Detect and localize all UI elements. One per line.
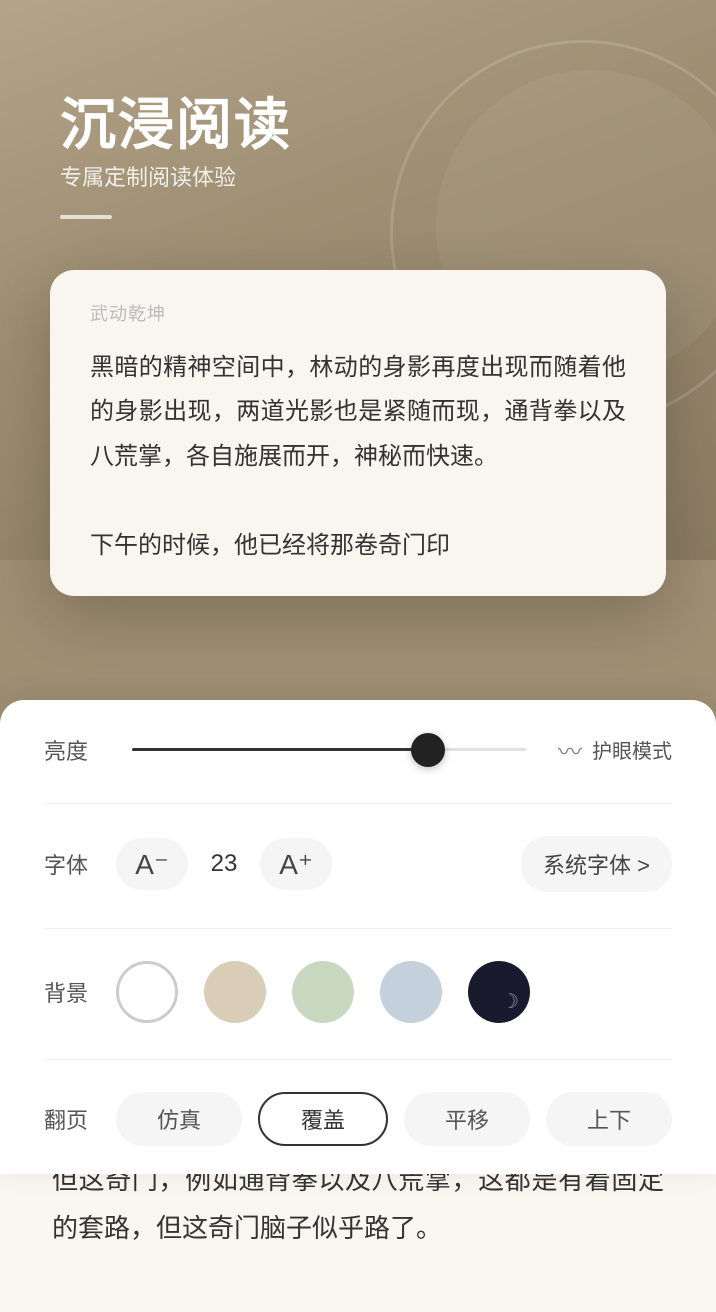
background-row: 背景 [44,961,672,1023]
bg-option-blue[interactable] [380,961,442,1023]
page-label: 翻页 [44,1103,116,1135]
panel-divider-3 [44,1059,672,1060]
control-panel: 亮度 〰 护眼模式 字体 A⁻ 23 A⁺ 系统字体 > [0,700,716,1174]
reading-text: 黑暗的精神空间中，林动的身影再度出现而随着他的身影出现，两道光影也是紧随而现，通… [90,346,626,568]
hero-title: 沉浸阅读 [60,80,292,161]
font-decrease-button[interactable]: A⁻ [116,838,188,890]
eye-mode[interactable]: 〰 护眼模式 [558,732,672,767]
panel-divider-2 [44,928,672,929]
bg-label: 背景 [44,976,116,1008]
bg-option-green[interactable] [292,961,354,1023]
page-option-simulated[interactable]: 仿真 [116,1092,242,1146]
font-size-value: 23 [206,850,242,878]
eye-mode-label: 护眼模式 [592,735,672,764]
reading-card: 武动乾坤 黑暗的精神空间中，林动的身影再度出现而随着他的身影出现，两道光影也是紧… [50,270,666,596]
book-label: 武动乾坤 [90,300,626,326]
panel-divider-1 [44,803,672,804]
brightness-row: 亮度 〰 护眼模式 [44,732,672,767]
font-label: 字体 [44,848,116,880]
eye-icon: 〰 [558,732,582,767]
font-family-button[interactable]: 系统字体 > [521,836,672,892]
page-options: 仿真 覆盖 平移 上下 [116,1092,672,1146]
page-option-cover[interactable]: 覆盖 [258,1092,388,1146]
page-turn-row: 翻页 仿真 覆盖 平移 上下 [44,1092,672,1146]
page-option-scroll[interactable]: 上下 [546,1092,672,1146]
reading-paragraph-1: 黑暗的精神空间中，林动的身影再度出现而随着他的身影出现，两道光影也是紧随而现，通… [90,354,626,470]
hero-subtitle: 专属定制阅读体验 [60,160,236,192]
bg-option-beige[interactable] [204,961,266,1023]
brightness-slider[interactable] [132,748,526,751]
font-increase-button[interactable]: A⁺ [260,838,332,890]
bg-option-white[interactable] [116,961,178,1023]
page-option-slide[interactable]: 平移 [404,1092,530,1146]
background-options [116,961,672,1023]
font-controls: A⁻ 23 A⁺ 系统字体 > [116,836,672,892]
brightness-label: 亮度 [44,734,116,766]
slider-track [132,748,526,751]
slider-fill [132,748,428,751]
hero-divider [60,215,112,219]
reading-paragraph-2: 下午的时候，他已经将那卷奇门印 [90,532,450,559]
slider-thumb[interactable] [411,733,445,767]
font-row: 字体 A⁻ 23 A⁺ 系统字体 > [44,836,672,892]
bg-option-black[interactable] [468,961,530,1023]
